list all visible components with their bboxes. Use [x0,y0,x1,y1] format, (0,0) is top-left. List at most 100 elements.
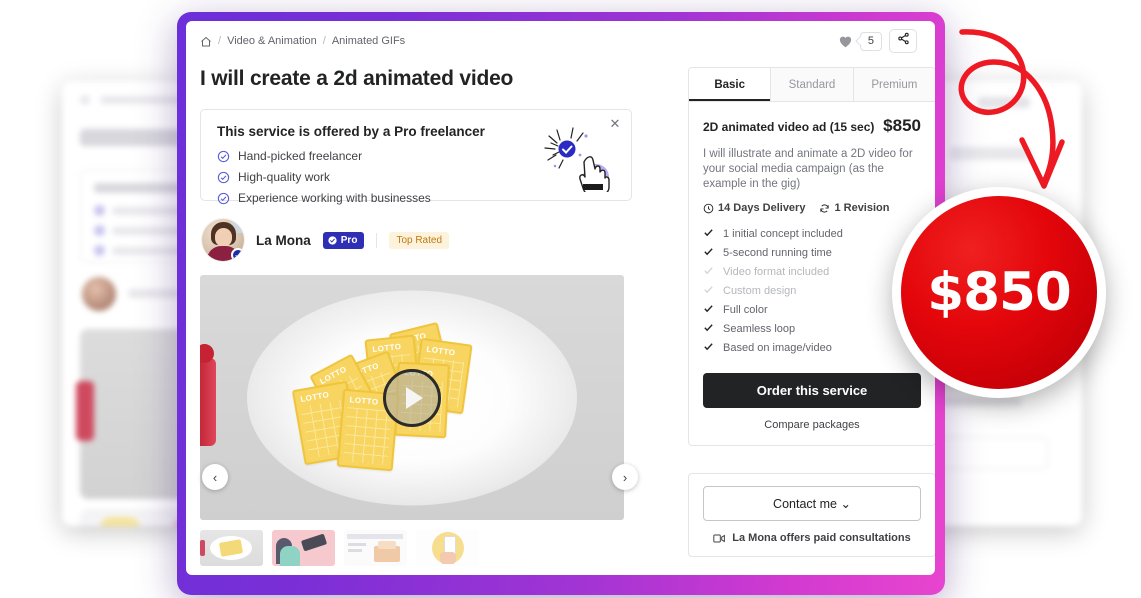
delivery-label: 14 Days Delivery [718,202,806,214]
clock-icon [703,203,714,213]
revision-label: 1 Revision [834,202,890,214]
paid-consultation-label: La Mona offers paid consultations [732,532,911,544]
verified-badge-icon [231,248,244,261]
check-circle-icon [217,192,230,205]
breadcrumb-item-0[interactable]: Video & Animation [227,35,317,47]
top-bar: / Video & Animation / Animated GIFs 5 [186,21,935,61]
tab-premium[interactable]: Premium [853,68,935,101]
delivery-time: 14 Days Delivery [703,202,805,214]
seller-row: La Mona Pro Top Rated [202,219,632,261]
package-description: I will illustrate and animate a 2D video… [703,148,913,190]
check-circle-icon [217,150,230,163]
page-title: I will create a 2d animated video [200,67,514,90]
breadcrumb-item-1[interactable]: Animated GIFs [332,35,405,47]
feature-label: Custom design [723,285,797,297]
seller-divider [376,232,378,248]
lotto-ticket-label: LOTTO [425,344,456,358]
list-item[interactable] [200,530,263,566]
lotto-ticket-label: LOTTO [349,395,379,407]
order-this-service-button[interactable]: Order this service [703,373,921,408]
pro-feature-label: Hand-picked freelancer [238,149,363,163]
compare-packages-link[interactable]: Compare packages [703,419,921,431]
contact-me-button[interactable]: Contact me ⌄ [703,486,921,521]
favorite-control[interactable]: 5 [838,31,882,51]
package-feature-list: 1 initial concept included 5-second runn… [703,227,921,355]
heart-icon[interactable] [838,34,853,48]
check-circle-icon [328,235,337,245]
avatar-face [215,228,232,247]
video-consultation-icon [713,533,726,543]
seller-name[interactable]: La Mona [256,233,311,248]
package-name: 2D animated video ad (15 sec) [703,120,875,134]
chevron-left-icon: ‹ [212,469,218,485]
gallery-next-button[interactable]: › [612,464,638,490]
package-header: 2D animated video ad (15 sec) $850 [703,116,921,136]
package-tabs: Basic Standard Premium [689,68,935,102]
home-icon[interactable] [200,36,212,48]
feature-label: 5-second running time [723,247,832,259]
header-actions: 5 [838,29,917,53]
pro-badge-label: Pro [340,234,358,246]
pro-feature-label: Experience working with businesses [238,191,431,205]
contact-card: Contact me ⌄ La Mona offers paid consult… [688,473,935,557]
gallery-thumbnails [200,530,632,566]
list-item: 5-second running time [703,246,921,260]
list-item: Custom design [703,284,921,298]
gallery-prev-button[interactable]: ‹ [202,464,228,490]
check-icon [703,284,714,298]
package-price: $850 [883,116,921,135]
pro-feature-row: Experience working with businesses [217,191,615,205]
list-item: Full color [703,303,921,317]
tab-basic[interactable]: Basic [689,68,772,101]
list-item: Video format included [703,265,921,279]
revision-count: 1 Revision [819,202,889,214]
package-body: 2D animated video ad (15 sec) $850 I wil… [689,102,935,445]
gallery-red-object [200,344,216,447]
package-card: Basic Standard Premium 2D animated video… [688,67,935,446]
package-meta: 14 Days Delivery 1 Revision [703,202,921,214]
check-icon [703,227,714,241]
check-icon [703,341,714,355]
pro-freelancer-card: ✕ This service is offered by a Pro freel… [200,109,632,205]
package-sidebar: Basic Standard Premium 2D animated video… [688,67,935,575]
share-button[interactable] [889,29,917,53]
refresh-icon [820,203,830,213]
contact-me-label: Contact me [773,497,837,511]
check-icon [703,246,714,260]
tab-standard[interactable]: Standard [771,68,854,101]
play-icon[interactable] [383,368,441,427]
top-rated-badge: Top Rated [389,231,450,249]
gig-page: / Video & Animation / Animated GIFs 5 I … [186,21,935,575]
screenshot-stage: / Video & Animation / Animated GIFs 5 I … [0,0,1141,598]
share-icon [897,32,910,50]
list-item[interactable] [416,530,479,566]
pro-feature-label: High-quality work [238,170,331,184]
chevron-down-icon: ⌄ [840,497,851,511]
gallery-viewer[interactable]: LOTTO LOTTO LOTTO LOTTO LOTTO LOTTO LOTT… [200,275,624,520]
feature-label: Seamless loop [723,323,796,335]
check-circle-icon [217,171,230,184]
breadcrumb: / Video & Animation / Animated GIFs [200,35,405,47]
check-icon [703,322,714,336]
chevron-right-icon: › [622,469,628,485]
paid-consultation-note: La Mona offers paid consultations [703,532,921,544]
feature-label: Based on image/video [723,342,832,354]
check-icon [703,303,714,317]
list-item: 1 initial concept included [703,227,921,241]
list-item[interactable] [272,530,335,566]
list-item: Seamless loop [703,322,921,336]
gig-main-column: I will create a 2d animated video ✕ This… [200,67,638,566]
breadcrumb-separator-2: / [322,35,326,47]
feature-label: 1 initial concept included [723,228,843,240]
breadcrumb-separator-1: / [218,35,222,47]
list-item[interactable] [344,530,407,566]
favorite-count: 5 [859,31,882,51]
feature-label: Full color [723,304,768,316]
pro-badge: Pro [322,231,365,249]
check-icon [703,265,714,279]
avatar[interactable] [202,219,244,261]
feature-label: Video format included [723,266,830,278]
gig-page-frame: / Video & Animation / Animated GIFs 5 I … [177,12,945,595]
list-item: Based on image/video [703,341,921,355]
hand-clicking-verified-badge-illustration [539,122,613,196]
